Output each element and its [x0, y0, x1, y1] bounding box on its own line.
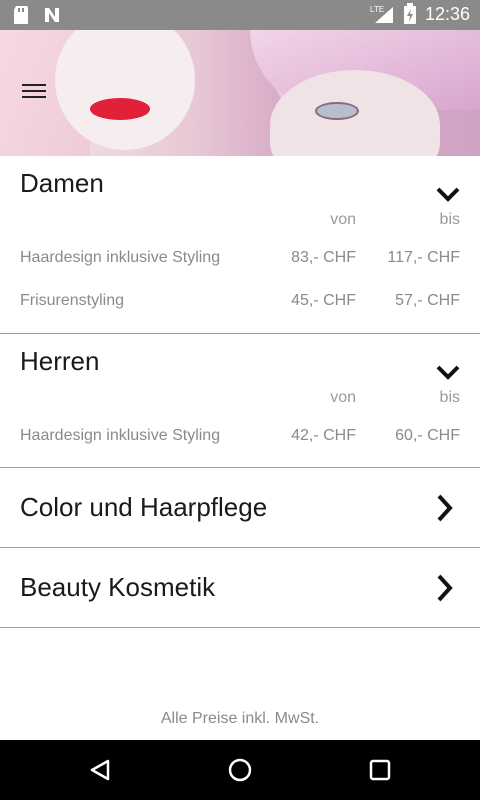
lte-label: LTE: [370, 5, 384, 14]
service-name: Frisurenstyling: [20, 292, 125, 309]
von-header: von: [330, 211, 356, 228]
chevron-right-icon: [437, 574, 453, 602]
price-to: 60,- CHF: [395, 427, 460, 444]
price-to: 57,- CHF: [395, 292, 460, 309]
section-title: Color und Haarpflege: [20, 492, 268, 522]
section-herren: Herren von bis Haardesign inklusive Styl…: [0, 334, 480, 468]
navigation-bar: [0, 740, 480, 800]
section-title: Beauty Kosmetik: [20, 572, 216, 602]
clock: 12:36: [424, 3, 470, 24]
recents-icon[interactable]: [368, 758, 392, 782]
price-from: 83,- CHF: [291, 249, 356, 266]
header-banner-image: [0, 30, 480, 156]
section-title: Damen: [20, 168, 104, 198]
chevron-down-icon[interactable]: [436, 364, 460, 382]
price-from: 42,- CHF: [291, 427, 356, 444]
service-name: Haardesign inklusive Styling: [20, 249, 221, 266]
section-damen: Damen von bis Haardesign inklusive Styli…: [0, 156, 480, 334]
service-name: Haardesign inklusive Styling: [20, 427, 221, 444]
chevron-down-icon[interactable]: [436, 186, 460, 204]
lte-signal-icon: LTE: [370, 5, 393, 23]
von-header: von: [330, 389, 356, 406]
eye: [315, 102, 359, 120]
back-icon[interactable]: [88, 758, 112, 782]
notification-n-icon: [45, 8, 59, 22]
section-title: Herren: [20, 346, 100, 376]
price-to: 117,- CHF: [387, 249, 460, 266]
section-beauty-kosmetik[interactable]: Beauty Kosmetik: [0, 548, 480, 628]
battery-charging-icon: [403, 3, 416, 24]
bis-header: bis: [439, 389, 460, 406]
chevron-right-icon: [437, 494, 453, 522]
section-color-haarpflege[interactable]: Color und Haarpflege: [0, 468, 480, 548]
home-icon[interactable]: [228, 758, 252, 782]
price-note: Alle Preise inkl. MwSt.: [160, 710, 320, 727]
status-bar: LTE 12:36: [0, 0, 480, 30]
hamburger-menu-icon[interactable]: [22, 80, 48, 104]
bis-header: bis: [439, 211, 460, 228]
status-left-icons: [12, 5, 62, 25]
red-lips: [90, 98, 150, 120]
sd-card-icon: [14, 6, 28, 24]
price-from: 45,- CHF: [291, 292, 356, 309]
status-right-icons: LTE 12:36: [369, 3, 470, 25]
